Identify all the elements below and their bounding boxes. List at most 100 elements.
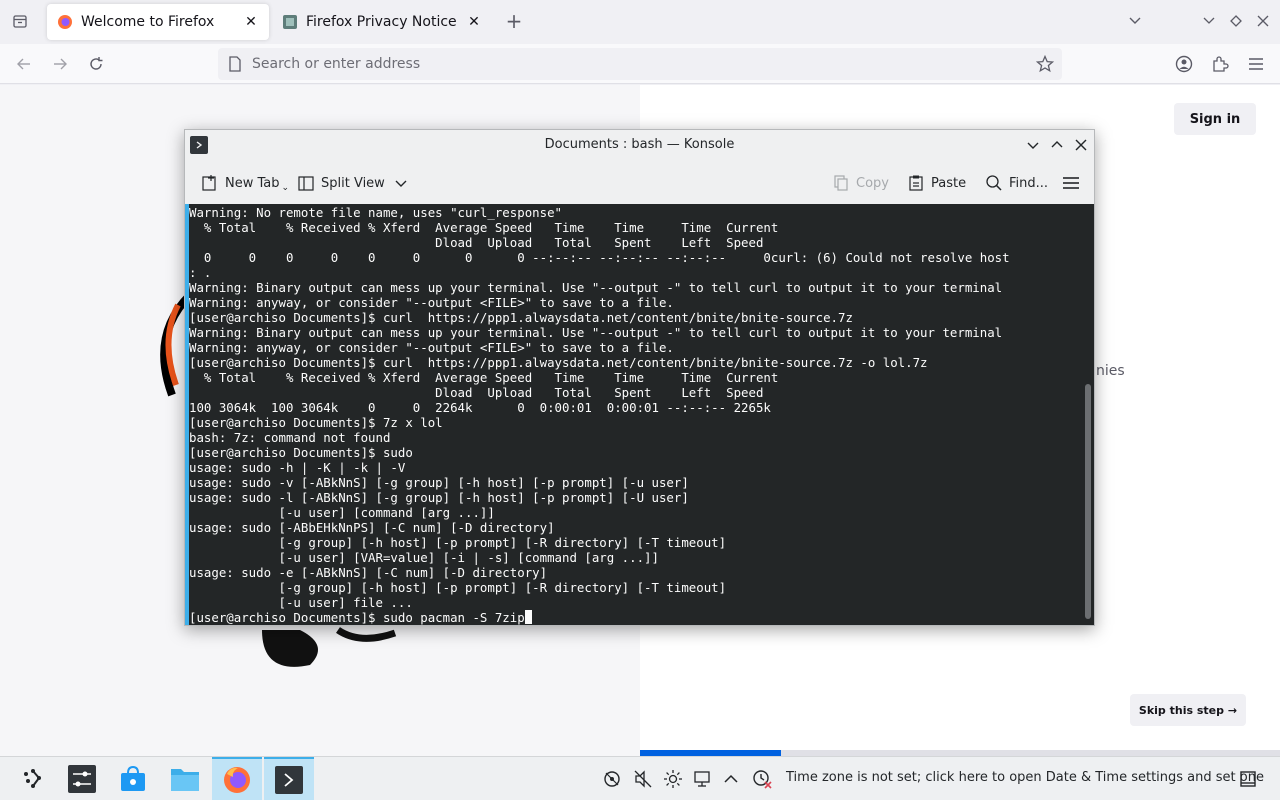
file-manager-icon[interactable]: [160, 757, 210, 800]
konsole-icon[interactable]: [264, 757, 314, 800]
hamburger-menu-icon[interactable]: [1062, 170, 1086, 196]
forward-icon[interactable]: [48, 52, 72, 76]
terminal-line: [user@archiso Documents]$ sudo pacman -S…: [189, 610, 1010, 625]
terminal-line: usage: sudo -e [-ABkNnS] [-C num] [-D di…: [189, 565, 1010, 580]
chevron-up-icon[interactable]: [721, 769, 741, 789]
terminal-scrollbar[interactable]: [1085, 384, 1091, 619]
mozilla-favicon-icon: [283, 15, 297, 29]
copy-button[interactable]: Copy: [832, 170, 889, 196]
new-tab-icon[interactable]: +: [503, 9, 525, 33]
extensions-icon[interactable]: [1208, 52, 1232, 76]
new-tab-label: New Tab: [225, 175, 280, 191]
split-view-icon: [298, 176, 314, 191]
close-icon[interactable]: [1072, 136, 1090, 154]
new-tab-icon: [202, 175, 216, 191]
terminal-line-text: usage: sudo -l [-ABkNnS] [-g group] [-h …: [189, 490, 689, 505]
konsole-titlebar[interactable]: Documents : bash — Konsole: [185, 130, 1094, 160]
sign-in-button[interactable]: Sign in: [1174, 103, 1256, 135]
terminal-line: % Total % Received % Xferd Average Speed…: [189, 370, 1010, 385]
browser-tab-bar: Welcome to Firefox ✕ Firefox Privacy Not…: [0, 0, 1280, 44]
close-icon[interactable]: ✕: [466, 14, 482, 30]
paste-button[interactable]: Paste: [907, 170, 966, 196]
address-bar[interactable]: [218, 48, 1062, 80]
terminal-line-text: usage: sudo -h | -K | -k | -V: [189, 460, 406, 475]
terminal-line-text: % Total % Received % Xferd Average Speed…: [189, 220, 779, 235]
terminal-line: bash: 7z: command not found: [189, 430, 1010, 445]
tab-title: Welcome to Firefox: [81, 14, 215, 30]
terminal-line-text: usage: sudo [-ABbEHkNnPS] [-C num] [-D d…: [189, 520, 555, 535]
firefox-icon[interactable]: [212, 757, 262, 800]
tab-list-icon[interactable]: [9, 10, 31, 32]
address-input[interactable]: [252, 56, 1012, 72]
new-tab-button[interactable]: New Tab ⌄: [201, 170, 289, 196]
terminal-line-text: bash: 7z: command not found: [189, 430, 391, 445]
restore-icon[interactable]: [1225, 10, 1247, 32]
konsole-window[interactable]: Documents : bash — Konsole New Tab ⌄ Spl…: [184, 129, 1095, 626]
list-all-tabs-icon[interactable]: [1124, 10, 1146, 32]
show-desktop-icon[interactable]: [1238, 769, 1258, 789]
maximize-icon[interactable]: [1048, 136, 1066, 154]
paste-label: Paste: [931, 175, 967, 191]
back-icon[interactable]: [12, 52, 36, 76]
network-icon[interactable]: [602, 769, 622, 789]
paste-icon: [909, 175, 923, 191]
copy-icon: [834, 175, 848, 191]
reload-icon[interactable]: [84, 52, 108, 76]
find-label: Find...: [1009, 175, 1049, 191]
terminal-line-text: % Total % Received % Xferd Average Speed…: [189, 370, 779, 385]
account-icon[interactable]: [1172, 52, 1196, 76]
terminal-line: usage: sudo [-ABbEHkNnPS] [-C num] [-D d…: [189, 520, 1010, 535]
bookmark-star-icon[interactable]: [1036, 55, 1054, 73]
time-zone-notice[interactable]: Time zone is not set; click here to open…: [786, 770, 1264, 785]
terminal-line-text: Dload Upload Total Spent Left Speed: [189, 385, 764, 400]
split-view-button[interactable]: Split View: [297, 170, 413, 196]
brightness-icon[interactable]: [663, 769, 683, 789]
app-menu-icon[interactable]: [1244, 52, 1268, 76]
terminal-line-text: [-g group] [-h host] [-p prompt] [-R dir…: [189, 580, 727, 595]
terminal-line-text: [-u user] [command [arg ...]]: [189, 505, 495, 520]
minimize-icon[interactable]: [1198, 10, 1220, 32]
terminal-cursor: [524, 610, 532, 624]
terminal-line: [-u user] file ...: [189, 595, 1010, 610]
close-icon[interactable]: ✕: [243, 14, 259, 30]
taskbar: Time zone is not set; click here to open…: [0, 756, 1280, 800]
terminal-line: [-g group] [-h host] [-p prompt] [-R dir…: [189, 535, 1010, 550]
tab-welcome[interactable]: Welcome to Firefox ✕: [47, 4, 269, 40]
terminal-line: [user@archiso Documents]$ curl https://p…: [189, 355, 1010, 370]
terminal-line: usage: sudo -v [-ABkNnS] [-g group] [-h …: [189, 475, 1010, 490]
terminal-line: 100 3064k 100 3064k 0 0 2264k 0 0:00:01 …: [189, 400, 1010, 415]
find-button[interactable]: Find...: [985, 170, 1048, 196]
terminal-line: Dload Upload Total Spent Left Speed: [189, 235, 1010, 250]
discover-store-icon[interactable]: [108, 757, 158, 800]
chevron-down-icon[interactable]: [395, 177, 407, 189]
page-text: nies: [1096, 363, 1125, 379]
terminal-line: [user@archiso Documents]$ curl https://p…: [189, 310, 1010, 325]
terminal-line-text: Warning: Binary output can mess up your …: [189, 325, 1003, 340]
terminal-line-text: [user@archiso Documents]$ 7z x lol: [189, 415, 443, 430]
terminal-line: usage: sudo -h | -K | -k | -V: [189, 460, 1010, 475]
browser-nav-bar: [0, 44, 1280, 84]
terminal-line-text: Warning: anyway, or consider "--output <…: [189, 295, 674, 310]
terminal-line: % Total % Received % Xferd Average Speed…: [189, 220, 1010, 235]
terminal-line: 0 0 0 0 0 0 0 0 --:--:-- --:--:-- --:--:…: [189, 250, 1010, 265]
clock-warning-icon[interactable]: [752, 769, 772, 789]
tab-privacy-notice[interactable]: Firefox Privacy Notice — M ✕: [272, 4, 492, 40]
close-window-icon[interactable]: [1252, 10, 1274, 32]
terminal-line: Warning: anyway, or consider "--output <…: [189, 340, 1010, 355]
terminal-line: [-g group] [-h host] [-p prompt] [-R dir…: [189, 580, 1010, 595]
minimize-icon[interactable]: [1024, 136, 1042, 154]
page-icon: [228, 56, 244, 72]
terminal-line-text: [-u user] file ...: [189, 595, 413, 610]
terminal-line-text: Warning: Binary output can mess up your …: [189, 280, 1003, 295]
tab-title: Firefox Privacy Notice — M: [306, 14, 460, 30]
terminal-line: Warning: Binary output can mess up your …: [189, 325, 1010, 340]
display-configuration-icon[interactable]: [693, 769, 713, 789]
terminal-line-text: 0 0 0 0 0 0 0 0 --:--:-- --:--:-- --:--:…: [189, 250, 1010, 265]
volume-muted-icon[interactable]: [633, 769, 653, 789]
settings-icon[interactable]: [57, 757, 107, 800]
terminal-output[interactable]: Warning: No remote file name, uses "curl…: [185, 204, 1094, 625]
terminal-line-text: [user@archiso Documents]$ sudo: [189, 445, 413, 460]
application-launcher-icon[interactable]: [8, 757, 58, 800]
skip-step-button[interactable]: Skip this step →: [1130, 694, 1246, 726]
dropdown-arrow-icon: ⌄: [281, 183, 290, 193]
